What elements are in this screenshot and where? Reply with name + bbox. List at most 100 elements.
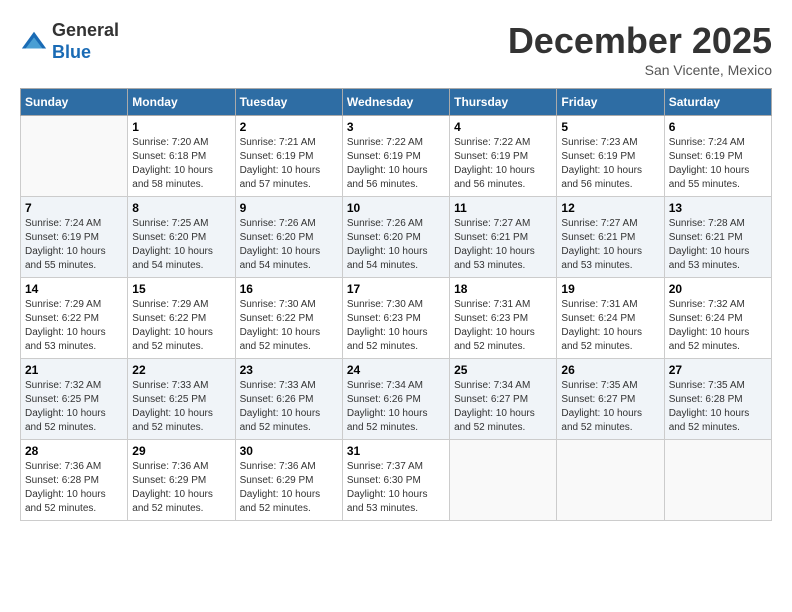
- weekday-header: Saturday: [664, 89, 771, 116]
- calendar-cell: 19 Sunrise: 7:31 AM Sunset: 6:24 PM Dayli…: [557, 278, 664, 359]
- calendar-week-row: 14 Sunrise: 7:29 AM Sunset: 6:22 PM Dayli…: [21, 278, 772, 359]
- day-number: 19: [561, 282, 659, 296]
- calendar-cell: 11Sunrise: 7:27 AM Sunset: 6:21 PM Dayli…: [450, 197, 557, 278]
- day-number: 1: [132, 120, 230, 134]
- day-number: 15: [132, 282, 230, 296]
- calendar-cell: 27 Sunrise: 7:35 AM Sunset: 6:28 PM Dayli…: [664, 359, 771, 440]
- day-info: Sunrise: 7:24 AM Sunset: 6:19 PM Dayligh…: [25, 217, 123, 273]
- day-number: 30: [240, 444, 338, 458]
- day-number: 22: [132, 363, 230, 377]
- day-info: Sunrise: 7:35 AM Sunset: 6:28 PM Dayligh…: [669, 379, 767, 435]
- calendar-cell: 10 Sunrise: 7:26 AM Sunset: 6:20 PM Dayli…: [342, 197, 449, 278]
- logo: General Blue: [20, 20, 119, 63]
- day-info: Sunrise: 7:36 AM Sunset: 6:28 PM Dayligh…: [25, 460, 123, 516]
- day-info: Sunrise: 7:30 AM Sunset: 6:22 PM Dayligh…: [240, 298, 338, 354]
- month-title: December 2025: [508, 20, 772, 62]
- day-number: 25: [454, 363, 552, 377]
- day-number: 18: [454, 282, 552, 296]
- day-info: Sunrise: 7:33 AM Sunset: 6:25 PM Dayligh…: [132, 379, 230, 435]
- calendar-cell: 4Sunrise: 7:22 AM Sunset: 6:19 PM Daylig…: [450, 116, 557, 197]
- day-info: Sunrise: 7:29 AM Sunset: 6:22 PM Dayligh…: [132, 298, 230, 354]
- day-info: Sunrise: 7:30 AM Sunset: 6:23 PM Dayligh…: [347, 298, 445, 354]
- weekday-header: Sunday: [21, 89, 128, 116]
- day-number: 14: [25, 282, 123, 296]
- day-info: Sunrise: 7:22 AM Sunset: 6:19 PM Dayligh…: [347, 136, 445, 192]
- day-number: 6: [669, 120, 767, 134]
- day-info: Sunrise: 7:23 AM Sunset: 6:19 PM Dayligh…: [561, 136, 659, 192]
- calendar-cell: 13Sunrise: 7:28 AM Sunset: 6:21 PM Dayli…: [664, 197, 771, 278]
- logo-icon: [20, 28, 48, 56]
- weekday-header: Wednesday: [342, 89, 449, 116]
- title-block: December 2025 San Vicente, Mexico: [508, 20, 772, 78]
- day-number: 3: [347, 120, 445, 134]
- day-number: 7: [25, 201, 123, 215]
- calendar-cell: 23 Sunrise: 7:33 AM Sunset: 6:26 PM Dayli…: [235, 359, 342, 440]
- calendar-cell: 8 Sunrise: 7:25 AM Sunset: 6:20 PM Daylig…: [128, 197, 235, 278]
- day-info: Sunrise: 7:34 AM Sunset: 6:26 PM Dayligh…: [347, 379, 445, 435]
- calendar-cell: 9 Sunrise: 7:26 AM Sunset: 6:20 PM Daylig…: [235, 197, 342, 278]
- day-info: Sunrise: 7:22 AM Sunset: 6:19 PM Dayligh…: [454, 136, 552, 192]
- calendar-cell: 22 Sunrise: 7:33 AM Sunset: 6:25 PM Dayli…: [128, 359, 235, 440]
- day-number: 12: [561, 201, 659, 215]
- day-info: Sunrise: 7:32 AM Sunset: 6:25 PM Dayligh…: [25, 379, 123, 435]
- calendar-cell: [664, 440, 771, 521]
- calendar-cell: 24Sunrise: 7:34 AM Sunset: 6:26 PM Dayli…: [342, 359, 449, 440]
- calendar-cell: 7 Sunrise: 7:24 AM Sunset: 6:19 PM Daylig…: [21, 197, 128, 278]
- calendar-cell: 16 Sunrise: 7:30 AM Sunset: 6:22 PM Dayli…: [235, 278, 342, 359]
- day-info: Sunrise: 7:25 AM Sunset: 6:20 PM Dayligh…: [132, 217, 230, 273]
- day-number: 13: [669, 201, 767, 215]
- day-info: Sunrise: 7:36 AM Sunset: 6:29 PM Dayligh…: [132, 460, 230, 516]
- day-number: 2: [240, 120, 338, 134]
- day-info: Sunrise: 7:34 AM Sunset: 6:27 PM Dayligh…: [454, 379, 552, 435]
- calendar-cell: 20 Sunrise: 7:32 AM Sunset: 6:24 PM Dayli…: [664, 278, 771, 359]
- calendar-cell: 17 Sunrise: 7:30 AM Sunset: 6:23 PM Dayli…: [342, 278, 449, 359]
- calendar-cell: 31Sunrise: 7:37 AM Sunset: 6:30 PM Dayli…: [342, 440, 449, 521]
- logo-general: General: [52, 20, 119, 40]
- day-info: Sunrise: 7:33 AM Sunset: 6:26 PM Dayligh…: [240, 379, 338, 435]
- day-info: Sunrise: 7:35 AM Sunset: 6:27 PM Dayligh…: [561, 379, 659, 435]
- calendar-cell: 30 Sunrise: 7:36 AM Sunset: 6:29 PM Dayli…: [235, 440, 342, 521]
- calendar-week-row: 21 Sunrise: 7:32 AM Sunset: 6:25 PM Dayli…: [21, 359, 772, 440]
- day-number: 17: [347, 282, 445, 296]
- calendar-cell: 5 Sunrise: 7:23 AM Sunset: 6:19 PM Daylig…: [557, 116, 664, 197]
- day-number: 29: [132, 444, 230, 458]
- day-number: 26: [561, 363, 659, 377]
- day-number: 31: [347, 444, 445, 458]
- day-number: 20: [669, 282, 767, 296]
- day-info: Sunrise: 7:26 AM Sunset: 6:20 PM Dayligh…: [347, 217, 445, 273]
- calendar-cell: [450, 440, 557, 521]
- day-number: 23: [240, 363, 338, 377]
- calendar-cell: [21, 116, 128, 197]
- calendar-week-row: 28Sunrise: 7:36 AM Sunset: 6:28 PM Dayli…: [21, 440, 772, 521]
- day-info: Sunrise: 7:27 AM Sunset: 6:21 PM Dayligh…: [561, 217, 659, 273]
- day-info: Sunrise: 7:32 AM Sunset: 6:24 PM Dayligh…: [669, 298, 767, 354]
- day-number: 8: [132, 201, 230, 215]
- calendar-cell: 14Sunrise: 7:29 AM Sunset: 6:22 PM Dayli…: [21, 278, 128, 359]
- calendar-week-row: 7 Sunrise: 7:24 AM Sunset: 6:19 PM Daylig…: [21, 197, 772, 278]
- weekday-header: Friday: [557, 89, 664, 116]
- day-number: 10: [347, 201, 445, 215]
- day-number: 9: [240, 201, 338, 215]
- calendar-table: SundayMondayTuesdayWednesdayThursdayFrid…: [20, 88, 772, 521]
- day-info: Sunrise: 7:26 AM Sunset: 6:20 PM Dayligh…: [240, 217, 338, 273]
- calendar-cell: 26 Sunrise: 7:35 AM Sunset: 6:27 PM Dayli…: [557, 359, 664, 440]
- day-info: Sunrise: 7:24 AM Sunset: 6:19 PM Dayligh…: [669, 136, 767, 192]
- calendar-cell: 3 Sunrise: 7:22 AM Sunset: 6:19 PM Daylig…: [342, 116, 449, 197]
- day-number: 16: [240, 282, 338, 296]
- calendar-cell: 2 Sunrise: 7:21 AM Sunset: 6:19 PM Daylig…: [235, 116, 342, 197]
- day-info: Sunrise: 7:31 AM Sunset: 6:24 PM Dayligh…: [561, 298, 659, 354]
- logo-text: General Blue: [52, 20, 119, 63]
- weekday-header: Thursday: [450, 89, 557, 116]
- day-number: 21: [25, 363, 123, 377]
- day-number: 27: [669, 363, 767, 377]
- calendar-cell: 18 Sunrise: 7:31 AM Sunset: 6:23 PM Dayli…: [450, 278, 557, 359]
- calendar-cell: 15 Sunrise: 7:29 AM Sunset: 6:22 PM Dayli…: [128, 278, 235, 359]
- calendar-header-row: SundayMondayTuesdayWednesdayThursdayFrid…: [21, 89, 772, 116]
- day-number: 5: [561, 120, 659, 134]
- day-info: Sunrise: 7:21 AM Sunset: 6:19 PM Dayligh…: [240, 136, 338, 192]
- calendar-week-row: 1Sunrise: 7:20 AM Sunset: 6:18 PM Daylig…: [21, 116, 772, 197]
- day-info: Sunrise: 7:31 AM Sunset: 6:23 PM Dayligh…: [454, 298, 552, 354]
- day-info: Sunrise: 7:36 AM Sunset: 6:29 PM Dayligh…: [240, 460, 338, 516]
- calendar-cell: 12 Sunrise: 7:27 AM Sunset: 6:21 PM Dayli…: [557, 197, 664, 278]
- calendar-cell: 21 Sunrise: 7:32 AM Sunset: 6:25 PM Dayli…: [21, 359, 128, 440]
